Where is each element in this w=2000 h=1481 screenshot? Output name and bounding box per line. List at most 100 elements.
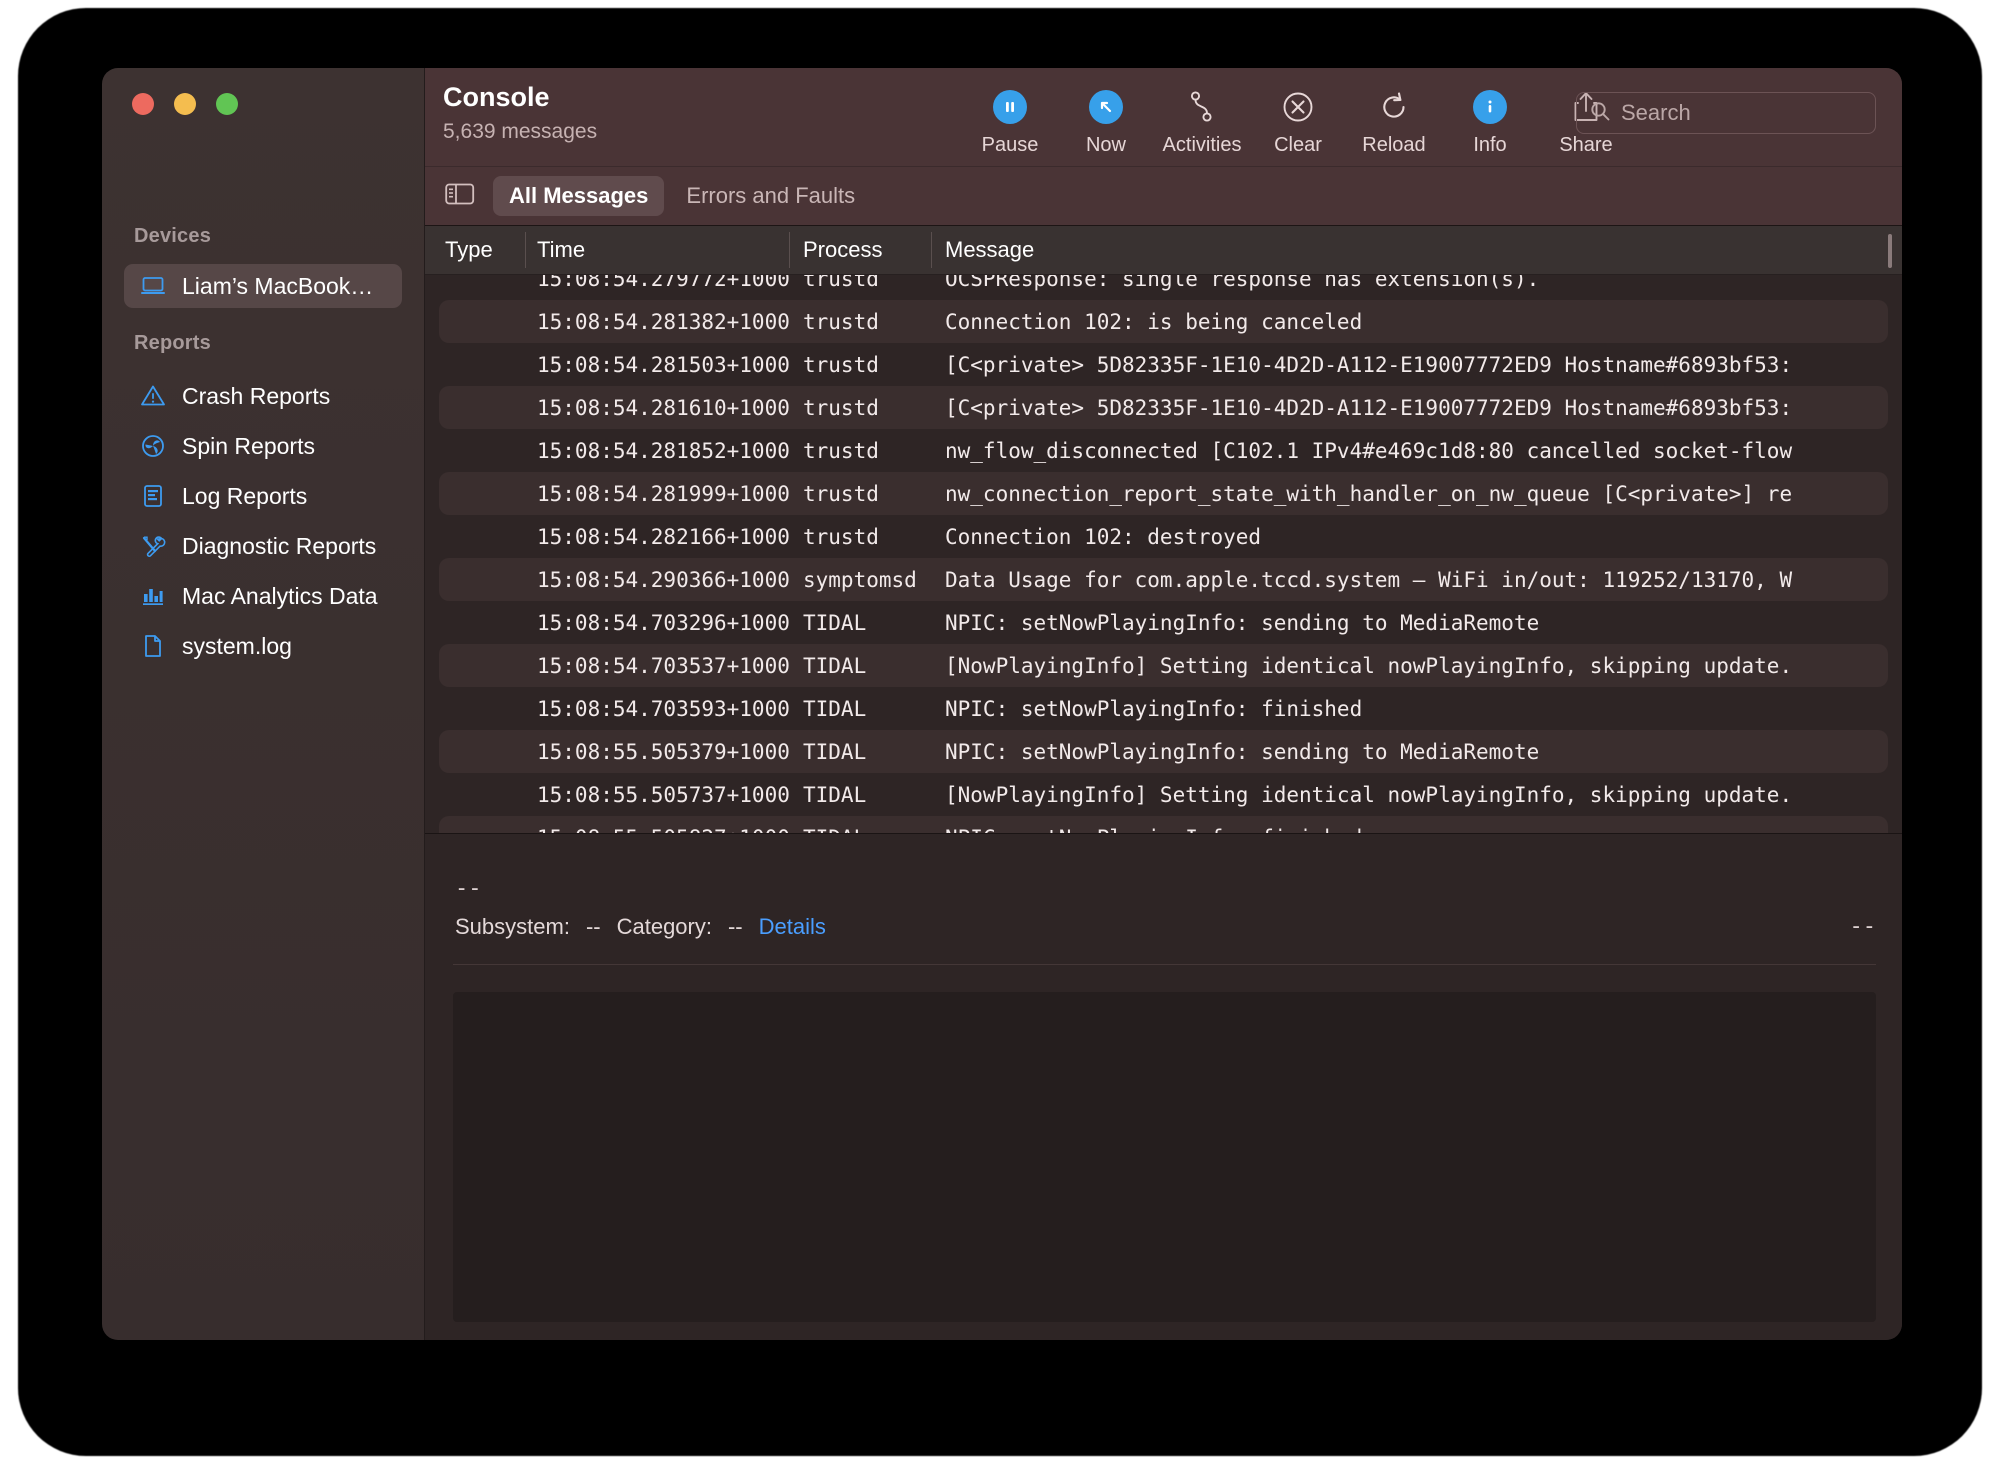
- row-time: 15:08:54.281610+1000: [537, 396, 787, 420]
- table-row[interactable]: 15:08:55.505379+1000TIDALNPIC: setNowPla…: [439, 730, 1888, 773]
- share-button-label: Share: [1559, 134, 1612, 157]
- table-row[interactable]: 15:08:54.281382+1000trustdConnection 102…: [439, 300, 1888, 343]
- row-message: OCSPResponse: single response has extens…: [945, 275, 1902, 291]
- tools-icon: [140, 533, 166, 559]
- bar-chart-icon: [140, 583, 166, 609]
- row-process: TIDAL: [803, 783, 923, 807]
- document-lines-icon: [140, 483, 166, 509]
- close-button[interactable]: [132, 93, 154, 115]
- pause-button-label: Pause: [982, 134, 1039, 157]
- row-process: TIDAL: [803, 611, 923, 635]
- spinner-icon: [140, 433, 166, 459]
- sidebar-item-device-label: Liam’s MacBook…: [182, 273, 373, 300]
- sidebar-section-reports-title: Reports: [134, 332, 211, 355]
- activities-button-label: Activities: [1163, 134, 1242, 157]
- reload-button[interactable]: Reload: [1346, 80, 1442, 157]
- column-header-time[interactable]: Time: [537, 237, 585, 263]
- tab-errors-and-faults[interactable]: Errors and Faults: [670, 176, 871, 216]
- reload-icon: [1373, 86, 1415, 128]
- row-time: 15:08:54.281382+1000: [537, 310, 787, 334]
- row-process: TIDAL: [803, 740, 923, 764]
- table-row[interactable]: 15:08:55.505737+1000TIDAL[NowPlayingInfo…: [425, 773, 1902, 816]
- row-message: [C<private> 5D82335F-1E10-4D2D-A112-E190…: [945, 353, 1902, 377]
- screenshot-stage: Devices Liam’s MacBook… Reports: [0, 0, 2000, 1481]
- sidebar-item-diagnostic-reports[interactable]: Diagnostic Reports: [124, 524, 402, 568]
- sidebar-item-mac-analytics-data[interactable]: Mac Analytics Data: [124, 574, 402, 618]
- detail-separator: [453, 964, 1876, 965]
- info-button[interactable]: Info: [1442, 80, 1538, 157]
- row-process: symptomsd: [803, 568, 923, 592]
- row-time: 15:08:55.505827+1000: [537, 826, 787, 835]
- table-row[interactable]: 15:08:54.703537+1000TIDAL[NowPlayingInfo…: [439, 644, 1888, 687]
- row-process: TIDAL: [803, 654, 923, 678]
- row-message: [NowPlayingInfo] Setting identical nowPl…: [945, 654, 1888, 678]
- row-time: 15:08:54.290366+1000: [537, 568, 787, 592]
- column-divider[interactable]: [789, 232, 790, 268]
- table-row[interactable]: 15:08:54.281503+1000trustd[C<private> 5D…: [425, 343, 1902, 386]
- table-row[interactable]: 15:08:54.290366+1000 symptomsd Data Usage …: [439, 558, 1888, 601]
- sidebar-item-log-reports[interactable]: Log Reports: [124, 474, 402, 518]
- column-header-process[interactable]: Process: [803, 237, 882, 263]
- row-process: TIDAL: [803, 826, 923, 835]
- toolbar: Console 5,639 messages Pause: [425, 68, 1902, 167]
- table-row[interactable]: 15:08:54.703296+1000TIDALNPIC: setNowPla…: [425, 601, 1902, 644]
- table-row[interactable]: 15:08:54.281852+1000trustdnw_flow_discon…: [425, 429, 1902, 472]
- table-row[interactable]: 15:08:54.282166+1000trustdConnection 102…: [425, 515, 1902, 558]
- row-message: [C<private> 5D82335F-1E10-4D2D-A112-E190…: [945, 396, 1888, 420]
- table-row[interactable]: 15:08:55.505827+1000TIDALNPIC: setNowPla…: [439, 816, 1888, 834]
- row-message: Data Usage for com.apple.tccd.system — W…: [945, 568, 1888, 592]
- filter-bar: All Messages Errors and Faults: [425, 167, 1902, 226]
- detail-message-text: --: [455, 876, 482, 901]
- row-time: 15:08:55.505737+1000: [537, 783, 787, 807]
- console-window: Devices Liam’s MacBook… Reports: [102, 68, 1902, 1340]
- table-row[interactable]: 15:08:54.281999+1000trustdnw_connection_…: [439, 472, 1888, 515]
- row-process: trustd: [803, 525, 923, 549]
- zoom-button[interactable]: [216, 93, 238, 115]
- sidebar-item-spin-reports[interactable]: Spin Reports: [124, 424, 402, 468]
- vertical-scrollbar-thumb[interactable]: [1888, 234, 1892, 268]
- row-time: 15:08:54.703296+1000: [537, 611, 787, 635]
- file-icon: [140, 633, 166, 659]
- sidebar-section-devices-title: Devices: [134, 225, 211, 248]
- details-link[interactable]: Details: [759, 914, 826, 940]
- pause-button[interactable]: Pause: [962, 80, 1058, 157]
- row-time: 15:08:54.279772+1000: [537, 275, 787, 291]
- sidebar-item-mac-analytics-data-label: Mac Analytics Data: [182, 583, 378, 610]
- pause-icon: [989, 86, 1031, 128]
- now-button[interactable]: Now: [1058, 80, 1154, 157]
- sidebar-toggle-icon[interactable]: [445, 182, 475, 211]
- column-divider[interactable]: [931, 232, 932, 268]
- row-process: trustd: [803, 310, 923, 334]
- row-time: 15:08:54.281999+1000: [537, 482, 787, 506]
- page-title: Console: [443, 82, 550, 113]
- activities-icon: [1181, 86, 1223, 128]
- sidebar-item-diagnostic-reports-label: Diagnostic Reports: [182, 533, 376, 560]
- minimize-button[interactable]: [174, 93, 196, 115]
- row-process: trustd: [803, 353, 923, 377]
- column-header-message[interactable]: Message: [945, 237, 1034, 263]
- row-message: NPIC: setNowPlayingInfo: sending to Medi…: [945, 740, 1888, 764]
- column-divider[interactable]: [525, 232, 526, 268]
- detail-content-box[interactable]: [453, 992, 1876, 1322]
- sidebar-item-system-log[interactable]: system.log: [124, 624, 402, 668]
- column-header-type[interactable]: Type: [445, 237, 493, 263]
- clear-circle-x-icon: [1277, 86, 1319, 128]
- log-table[interactable]: 15:08:54.279772+1000 trustd OCSPResponse: …: [425, 275, 1902, 834]
- search-input[interactable]: Search: [1576, 92, 1876, 134]
- sidebar-item-crash-reports[interactable]: Crash Reports: [124, 374, 402, 418]
- row-process: trustd: [803, 275, 923, 291]
- activities-button[interactable]: Activities: [1154, 80, 1250, 157]
- clear-button[interactable]: Clear: [1250, 80, 1346, 157]
- now-button-label: Now: [1086, 134, 1126, 157]
- tab-all-messages[interactable]: All Messages: [493, 176, 664, 216]
- row-process: TIDAL: [803, 697, 923, 721]
- detail-metadata-row: Subsystem: -- Category: -- Details: [455, 914, 842, 940]
- table-row[interactable]: 15:08:54.279772+1000 trustd OCSPResponse: …: [425, 275, 1902, 300]
- table-row[interactable]: 15:08:54.281610+1000trustd[C<private> 5D…: [439, 386, 1888, 429]
- row-message: nw_flow_disconnected [C102.1 IPv4#e469c1…: [945, 439, 1902, 463]
- sidebar-item-device[interactable]: Liam’s MacBook…: [124, 264, 402, 308]
- search-placeholder: Search: [1621, 100, 1691, 126]
- table-row[interactable]: 15:08:54.703593+1000TIDALNPIC: setNowPla…: [425, 687, 1902, 730]
- row-process: trustd: [803, 439, 923, 463]
- row-time: 15:08:54.282166+1000: [537, 525, 787, 549]
